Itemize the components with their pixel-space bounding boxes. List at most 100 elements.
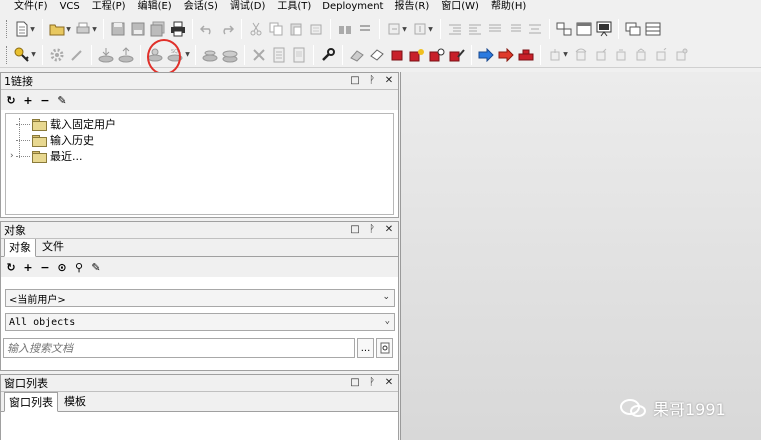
goto-button[interactable]: ▼ [384, 19, 410, 39]
browse-button[interactable]: ... [357, 338, 374, 358]
step-out-button[interactable] [591, 45, 611, 65]
search-options-button[interactable] [376, 338, 393, 358]
tab-objects[interactable]: 对象 [4, 237, 36, 257]
print-preview-button[interactable] [168, 19, 188, 39]
commit-button[interactable] [145, 45, 165, 65]
step-into-button[interactable]: ▼ [545, 45, 571, 65]
refresh-icon[interactable]: ↻ [5, 261, 17, 274]
save-as-button[interactable] [128, 19, 148, 39]
menu-deployment[interactable]: Deployment [317, 1, 388, 13]
db-refresh-button[interactable] [220, 45, 240, 65]
menu-reports[interactable]: 报告(R) [388, 1, 435, 13]
tab-templates[interactable]: 模板 [59, 391, 91, 411]
user-select[interactable]: <当前用户> ⌄ [5, 289, 395, 307]
uncomment-button[interactable] [505, 19, 525, 39]
run-to-cursor-button[interactable] [611, 45, 631, 65]
pause-button[interactable] [671, 45, 691, 65]
toolbar-grip[interactable] [6, 45, 9, 64]
menu-help[interactable]: 帮助(H) [485, 1, 532, 13]
menu-file[interactable]: 文件(F) [8, 1, 54, 13]
edit-object-icon[interactable]: ✎ [90, 261, 102, 274]
tab-files[interactable]: 文件 [37, 236, 69, 256]
compile-debug-button[interactable] [427, 45, 447, 65]
object-search-input[interactable] [3, 338, 355, 358]
refresh-icon[interactable]: ↻ [5, 94, 17, 107]
format-button[interactable] [525, 19, 545, 39]
open-button[interactable]: ▼ [47, 19, 73, 39]
toolbar-grip[interactable] [6, 20, 9, 38]
redo-button[interactable] [217, 19, 237, 39]
pin-icon[interactable]: ᚹ [367, 74, 377, 88]
clear-button[interactable] [306, 19, 326, 39]
tab-window-list[interactable]: 窗口列表 [4, 392, 58, 412]
tree-item[interactable]: 载入固定用户 [6, 116, 393, 132]
menu-tools[interactable]: 工具(T) [271, 1, 317, 13]
edit-connection-icon[interactable]: ✎ [56, 94, 68, 107]
eraser-button[interactable] [347, 45, 367, 65]
breakpoint-button[interactable] [631, 45, 651, 65]
cut-button[interactable] [246, 19, 266, 39]
compile-all-button[interactable] [407, 45, 427, 65]
add-icon[interactable]: + [22, 94, 34, 107]
settings-button[interactable] [47, 45, 67, 65]
compile-button[interactable] [387, 45, 407, 65]
pin-icon[interactable]: ᚹ [367, 376, 377, 390]
tree-item[interactable]: › 最近... [6, 148, 393, 164]
tools-button[interactable] [249, 45, 269, 65]
paste-button[interactable] [286, 19, 306, 39]
comment-button[interactable] [485, 19, 505, 39]
remove-icon[interactable]: − [39, 261, 51, 274]
cascade-button[interactable] [623, 19, 643, 39]
maximize-icon[interactable]: □ [350, 376, 360, 390]
db-import-button[interactable] [96, 45, 116, 65]
label-button[interactable] [367, 45, 387, 65]
print-button[interactable]: ▼ [73, 19, 99, 39]
db-export-button[interactable] [116, 45, 136, 65]
presentation-button[interactable] [594, 19, 614, 39]
run-button[interactable] [476, 45, 496, 65]
add-icon[interactable]: + [22, 261, 34, 274]
close-icon[interactable]: ✕ [384, 376, 394, 390]
undo-button[interactable] [197, 19, 217, 39]
filter-icon[interactable]: ⚲ [73, 261, 85, 274]
bookmark-button[interactable]: ▼ [410, 19, 436, 39]
window-layout-button[interactable] [554, 19, 574, 39]
step-button[interactable] [496, 45, 516, 65]
remove-icon[interactable]: − [39, 94, 51, 107]
menu-debug[interactable]: 调试(D) [224, 1, 272, 13]
copy-button[interactable] [266, 19, 286, 39]
find-button[interactable] [335, 19, 355, 39]
fullscreen-button[interactable] [574, 19, 594, 39]
object-type-select[interactable]: All objects ⌄ [5, 313, 395, 331]
watch-button[interactable] [651, 45, 671, 65]
tile-button[interactable] [643, 19, 663, 39]
binoculars-icon[interactable]: ⊙ [56, 261, 68, 274]
wrench-button[interactable] [318, 45, 338, 65]
stop-button[interactable] [516, 45, 536, 65]
close-icon[interactable]: ✕ [384, 74, 394, 88]
outdent-button[interactable] [465, 19, 485, 39]
rollback-button[interactable] [200, 45, 220, 65]
main-workspace[interactable] [400, 72, 761, 440]
tree-item[interactable]: 输入历史 [6, 132, 393, 148]
pen-button[interactable] [67, 45, 87, 65]
menu-edit[interactable]: 编辑(E) [132, 1, 178, 13]
new-file-button[interactable]: ▼ [12, 19, 38, 39]
close-icon[interactable]: ✕ [384, 223, 394, 237]
maximize-icon[interactable]: □ [350, 74, 360, 88]
indent-button[interactable] [445, 19, 465, 39]
save-all-button[interactable] [148, 19, 168, 39]
step-over-button[interactable] [571, 45, 591, 65]
menu-window[interactable]: 窗口(W) [435, 1, 485, 13]
pin-icon[interactable]: ᚹ [367, 223, 377, 237]
menu-vcs[interactable]: VCS [54, 1, 86, 13]
sql-button[interactable]: SQL ▼ [165, 45, 191, 65]
report-button[interactable] [289, 45, 309, 65]
compile-edit-button[interactable] [447, 45, 467, 65]
maximize-icon[interactable]: □ [350, 223, 360, 237]
expand-arrow-icon[interactable]: › [10, 151, 14, 161]
save-button[interactable] [108, 19, 128, 39]
menu-project[interactable]: 工程(P) [86, 1, 132, 13]
replace-button[interactable] [355, 19, 375, 39]
menu-session[interactable]: 会话(S) [178, 1, 224, 13]
